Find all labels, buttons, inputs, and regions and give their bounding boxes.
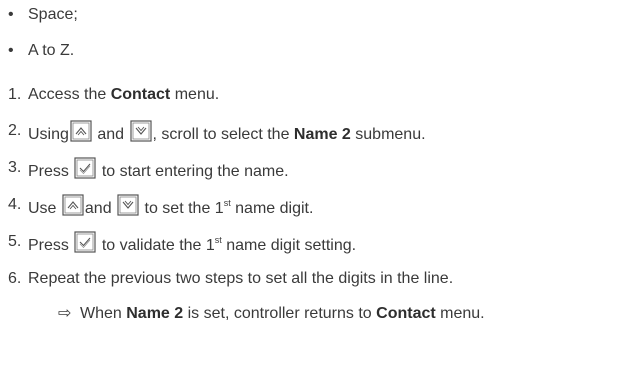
up-key-icon (70, 120, 92, 142)
step-text: Using and , scroll to select the Name 2 … (28, 120, 426, 146)
bullet-text: Space; (28, 6, 78, 23)
step-text: Press to validate the 1st name digit set… (28, 231, 356, 257)
down-key-icon (129, 120, 152, 142)
result-text: When Name 2 is set, controller returns t… (80, 305, 485, 322)
step-number: 2. (8, 122, 22, 139)
step-text: Use and to set the 1st name digit. (28, 194, 313, 220)
result-arrow-icon: ⇨ (58, 305, 72, 322)
down-key-icon (117, 194, 139, 216)
step-text: Repeat the previous two steps to set all… (28, 270, 454, 287)
menu-name: Contact (376, 305, 436, 322)
step-number: 4. (8, 196, 22, 213)
bullet-dot: • (8, 6, 14, 23)
check-key-icon (74, 157, 96, 179)
step-number: 5. (8, 233, 22, 250)
step-number: 1. (8, 86, 22, 103)
ordinal-suffix: st (223, 198, 231, 208)
bullet-dot: • (8, 42, 14, 59)
step-number: 6. (8, 270, 22, 287)
submenu-name: Name 2 (126, 305, 184, 322)
ordinal-suffix: st (214, 235, 222, 245)
up-key-icon (62, 194, 84, 216)
step-text: Press to start entering the name. (28, 157, 289, 183)
menu-name: Contact (110, 86, 171, 103)
step-text: Access the Contact menu. (28, 86, 220, 103)
submenu-name: Name 2 (293, 126, 351, 143)
step-number: 3. (8, 159, 22, 176)
check-key-icon (74, 231, 96, 253)
bullet-text: A to Z. (28, 42, 75, 59)
